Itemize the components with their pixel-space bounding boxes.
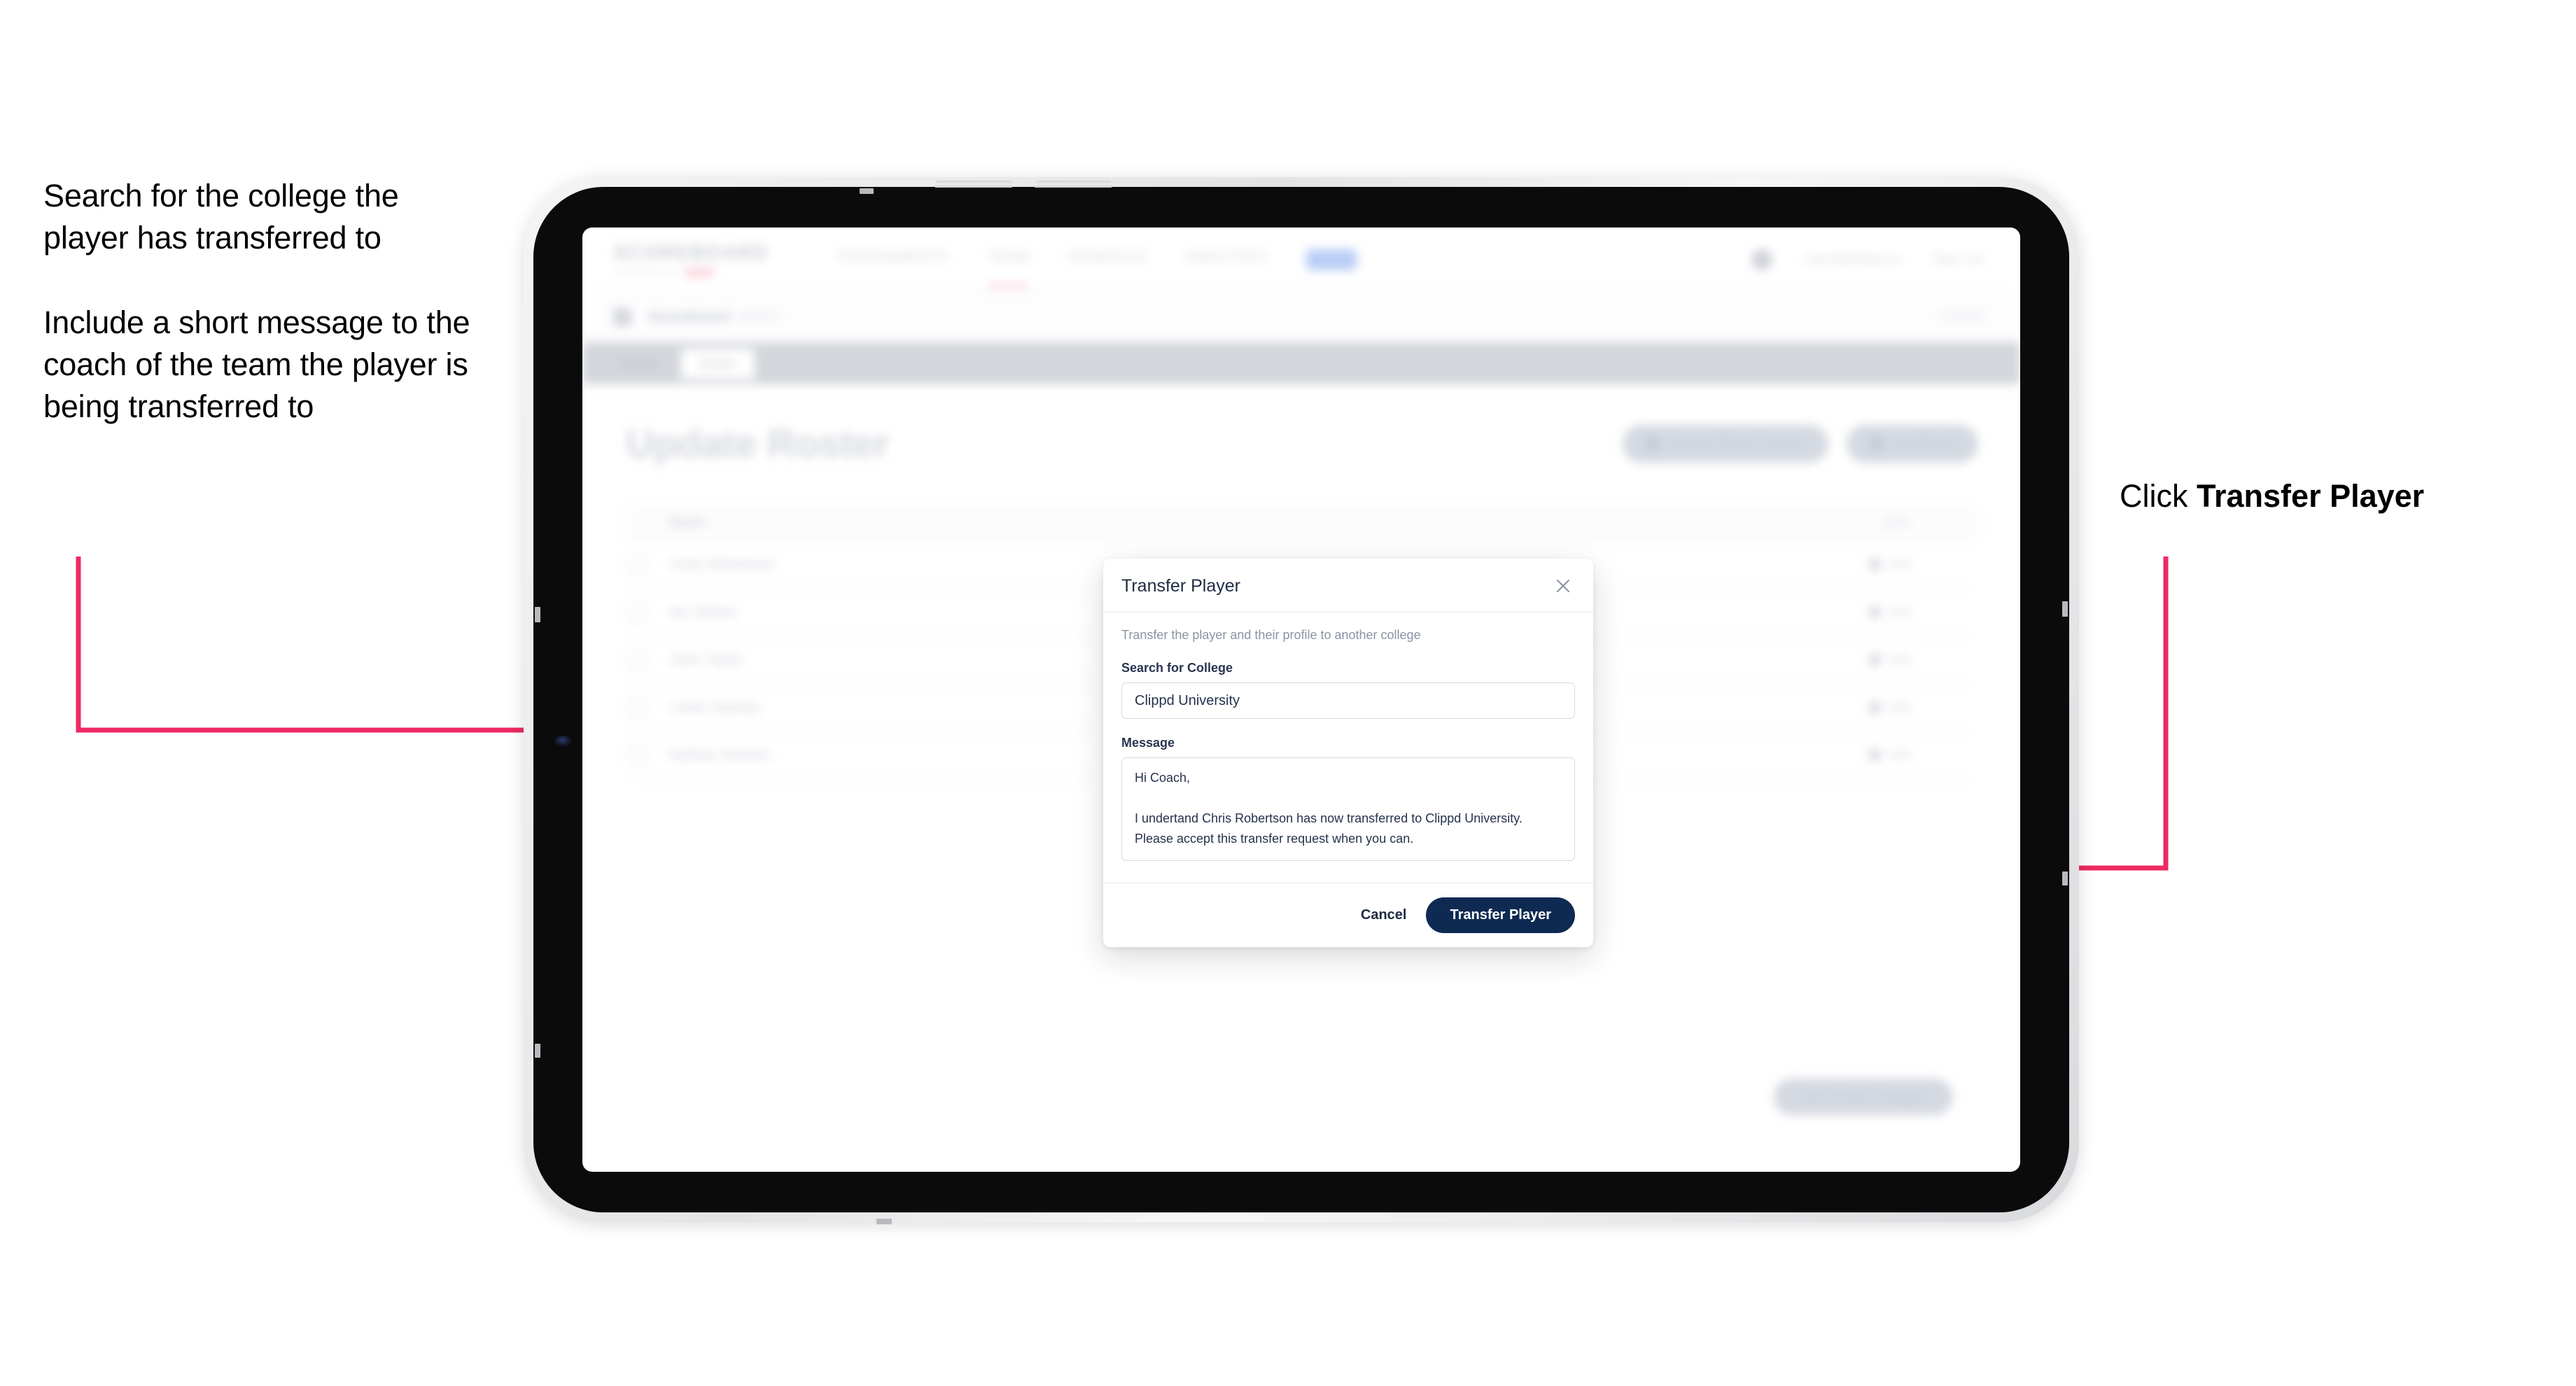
dialog-title: Transfer Player [1121,575,1240,596]
top-antenna-line [860,188,874,194]
message-field-label: Message [1121,736,1175,750]
bottom-antenna-line [876,1219,892,1224]
volume-down-button[interactable] [1035,181,1112,188]
tablet-device-frame: SCOREBOARD POWERED BY TOURNAMENTS TEAM S… [524,177,2079,1224]
left-annotation-group: Search for the college the player has tr… [43,175,491,428]
dialog-header: Transfer Player [1103,559,1593,612]
left-antenna-line-lower [535,1044,540,1058]
college-field-label: Search for College [1121,661,1233,675]
tablet-bezel: SCOREBOARD POWERED BY TOURNAMENTS TEAM S… [533,181,2069,1224]
dialog-footer: Cancel Transfer Player [1103,883,1593,947]
message-textarea[interactable] [1121,757,1575,861]
right-annotation-group: Click Transfer Player [2120,476,2424,517]
dialog-body: Transfer the player and their profile to… [1103,612,1593,883]
search-college-input[interactable] [1121,682,1575,719]
annotation-include-message: Include a short message to the coach of … [43,304,470,425]
tablet-screen: SCOREBOARD POWERED BY TOURNAMENTS TEAM S… [582,227,2020,1172]
front-camera-icon [554,736,573,747]
right-antenna-line-lower [2062,872,2068,886]
annotation-click-bold: Transfer Player [2197,478,2425,514]
annotation-click-prefix: Click [2120,478,2197,514]
left-antenna-line-upper [535,607,540,622]
dialog-description: Transfer the player and their profile to… [1121,628,1421,642]
annotation-search-college: Search for the college the player has tr… [43,178,399,256]
volume-up-button[interactable] [935,181,1012,188]
transfer-player-dialog: Transfer Player Transfer the player and … [1103,559,1593,947]
modal-overlay: Transfer Player Transfer the player and … [582,227,2020,1172]
close-icon[interactable] [1551,574,1575,598]
transfer-player-button[interactable]: Transfer Player [1426,897,1575,933]
cancel-button[interactable]: Cancel [1361,907,1407,923]
right-antenna-line-upper [2062,601,2068,617]
